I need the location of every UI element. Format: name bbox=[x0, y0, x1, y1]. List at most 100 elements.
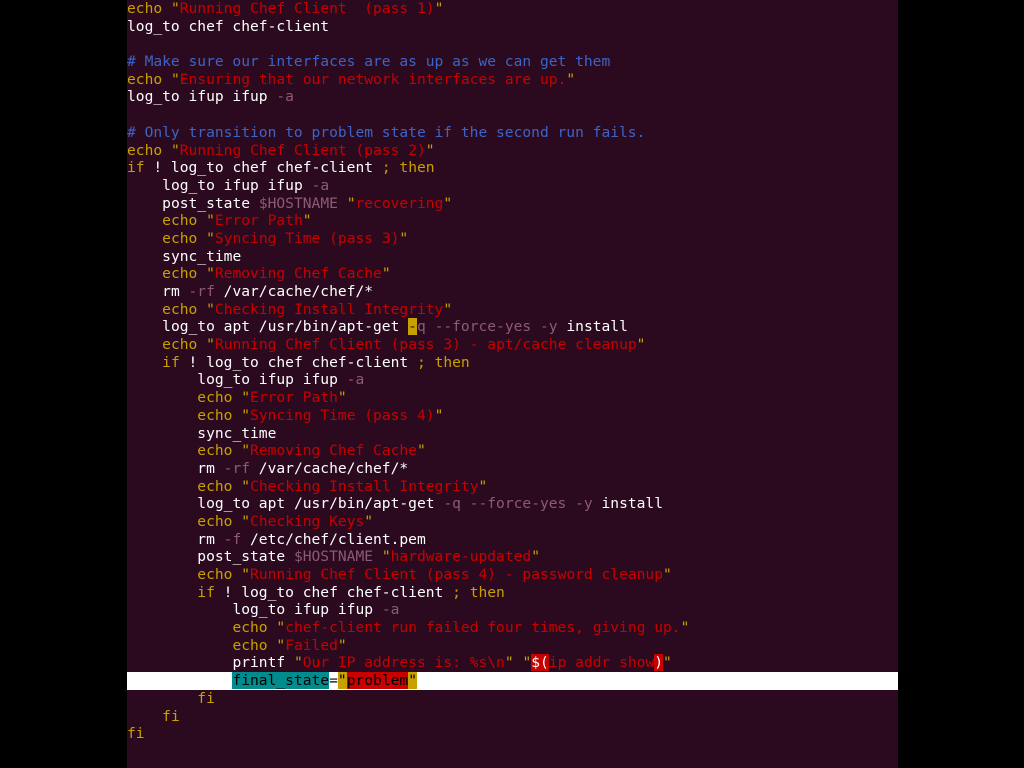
code-line[interactable]: sync_time bbox=[127, 248, 898, 266]
code-token: Running Chef Client (pass 3) - apt/cache… bbox=[214, 336, 637, 354]
cursor-line[interactable]: final_state="problem" bbox=[127, 672, 898, 690]
code-buffer[interactable]: echo "Running Chef Client (pass 1)" log_t… bbox=[127, 0, 898, 743]
code-token: Running Chef Client (pass 2) bbox=[179, 141, 426, 159]
code-line[interactable]: fi bbox=[127, 725, 898, 743]
code-token: log_to ifup ifup bbox=[127, 88, 277, 106]
code-token: " bbox=[170, 141, 180, 159]
code-line[interactable]: log_to apt /usr/bin/apt-get -q --force-y… bbox=[127, 495, 898, 513]
code-line[interactable]: rm -rf /var/cache/chef/* bbox=[127, 283, 898, 301]
code-line[interactable]: echo "Running Chef Client (pass 2)" bbox=[127, 142, 898, 160]
code-token: if bbox=[162, 353, 180, 371]
code-token: " bbox=[381, 265, 391, 283]
code-line[interactable]: log_to ifup ifup -a bbox=[127, 601, 898, 619]
code-line[interactable]: if ! log_to chef chef-client ; then bbox=[127, 354, 898, 372]
code-line[interactable]: log_to ifup ifup -a bbox=[127, 371, 898, 389]
code-token: " bbox=[206, 300, 215, 318]
code-line[interactable]: sync_time bbox=[127, 425, 898, 443]
code-token: " bbox=[425, 141, 435, 159]
code-line[interactable]: echo "Error Path" bbox=[127, 389, 898, 407]
code-token: hardware-updated bbox=[390, 548, 532, 566]
code-line[interactable]: echo "Running Chef Client (pass 3) - apt… bbox=[127, 336, 898, 354]
code-line[interactable]: log_to ifup ifup -a bbox=[127, 177, 898, 195]
code-line[interactable]: echo "Error Path" bbox=[127, 212, 898, 230]
code-line[interactable]: echo "Removing Chef Cache" bbox=[127, 442, 898, 460]
code-token: " bbox=[434, 0, 444, 17]
code-line[interactable]: log_to chef chef-client bbox=[127, 18, 898, 36]
code-token: echo bbox=[197, 512, 233, 530]
code-token: echo bbox=[162, 265, 198, 283]
code-token: ! log_to chef chef-client bbox=[144, 159, 382, 177]
code-token: echo bbox=[197, 406, 233, 424]
code-line[interactable]: post_state $HOSTNAME "recovering" bbox=[127, 195, 898, 213]
code-line[interactable]: echo "Failed" bbox=[127, 637, 898, 655]
code-token: " bbox=[302, 212, 312, 230]
terminal-window[interactable]: echo "Running Chef Client (pass 1)" log_t… bbox=[127, 0, 898, 768]
code-token: problem bbox=[346, 672, 409, 690]
code-token: Removing Chef Cache bbox=[214, 265, 382, 283]
code-line[interactable]: echo "Running Chef Client (pass 4) - pas… bbox=[127, 566, 898, 584]
code-line[interactable]: printf "Our IP address is: %s\n" "$(ip a… bbox=[127, 654, 898, 672]
code-token: install bbox=[592, 495, 664, 513]
code-token: ! log_to chef chef-client bbox=[214, 583, 453, 601]
code-line[interactable]: echo "Syncing Time (pass 3)" bbox=[127, 230, 898, 248]
code-line[interactable]: fi bbox=[127, 708, 898, 726]
code-token: " bbox=[680, 619, 690, 637]
code-line[interactable]: echo "Checking Keys" bbox=[127, 513, 898, 531]
code-token: Syncing Time (pass 4) bbox=[250, 406, 435, 424]
code-line[interactable]: # Make sure our interfaces are as up as … bbox=[127, 53, 898, 71]
code-token: " bbox=[241, 406, 251, 424]
code-token: " bbox=[337, 636, 347, 654]
code-token: final_state bbox=[232, 672, 330, 690]
code-line[interactable]: log_to apt /usr/bin/apt-get -q --force-y… bbox=[127, 318, 898, 336]
code-token: echo bbox=[232, 619, 268, 637]
code-line[interactable]: if ! log_to chef chef-client ; then bbox=[127, 159, 898, 177]
code-line[interactable]: log_to ifup ifup -a bbox=[127, 88, 898, 106]
code-token: Error Path bbox=[250, 389, 338, 407]
code-line[interactable]: if ! log_to chef chef-client ; then bbox=[127, 584, 898, 602]
code-token: echo bbox=[127, 141, 163, 159]
code-token: " bbox=[337, 672, 347, 690]
code-token: -a bbox=[346, 371, 365, 389]
code-line[interactable]: echo "Ensuring that our network interfac… bbox=[127, 71, 898, 89]
code-token: -rf bbox=[223, 459, 251, 477]
code-line[interactable]: rm -f /etc/chef/client.pem bbox=[127, 531, 898, 549]
code-line[interactable]: echo "Checking Install Integrity" bbox=[127, 301, 898, 319]
code-token: " bbox=[206, 229, 215, 247]
code-line[interactable]: fi bbox=[127, 690, 898, 708]
code-line[interactable]: echo "chef-client run failed four times,… bbox=[127, 619, 898, 637]
code-line[interactable]: rm -rf /var/cache/chef/* bbox=[127, 460, 898, 478]
code-token: --force-yes bbox=[434, 318, 532, 336]
code-line[interactable] bbox=[127, 35, 898, 53]
code-line[interactable]: echo "Running Chef Client (pass 1)" bbox=[127, 0, 898, 18]
code-token: Failed bbox=[285, 636, 338, 654]
code-token: $HOSTNAME bbox=[293, 548, 374, 566]
code-token: " bbox=[241, 477, 251, 495]
code-token: $HOSTNAME bbox=[258, 194, 338, 212]
code-token: echo bbox=[197, 442, 233, 460]
code-line[interactable] bbox=[127, 106, 898, 124]
code-line[interactable]: post_state $HOSTNAME "hardware-updated" bbox=[127, 548, 898, 566]
code-line[interactable]: echo "Syncing Time (pass 4)" bbox=[127, 407, 898, 425]
code-line[interactable]: # Only transition to problem state if th… bbox=[127, 124, 898, 142]
code-token: if bbox=[197, 583, 215, 601]
code-line[interactable]: echo "Checking Install Integrity" bbox=[127, 478, 898, 496]
code-token: " bbox=[443, 194, 453, 212]
code-line[interactable]: echo "Removing Chef Cache" bbox=[127, 265, 898, 283]
